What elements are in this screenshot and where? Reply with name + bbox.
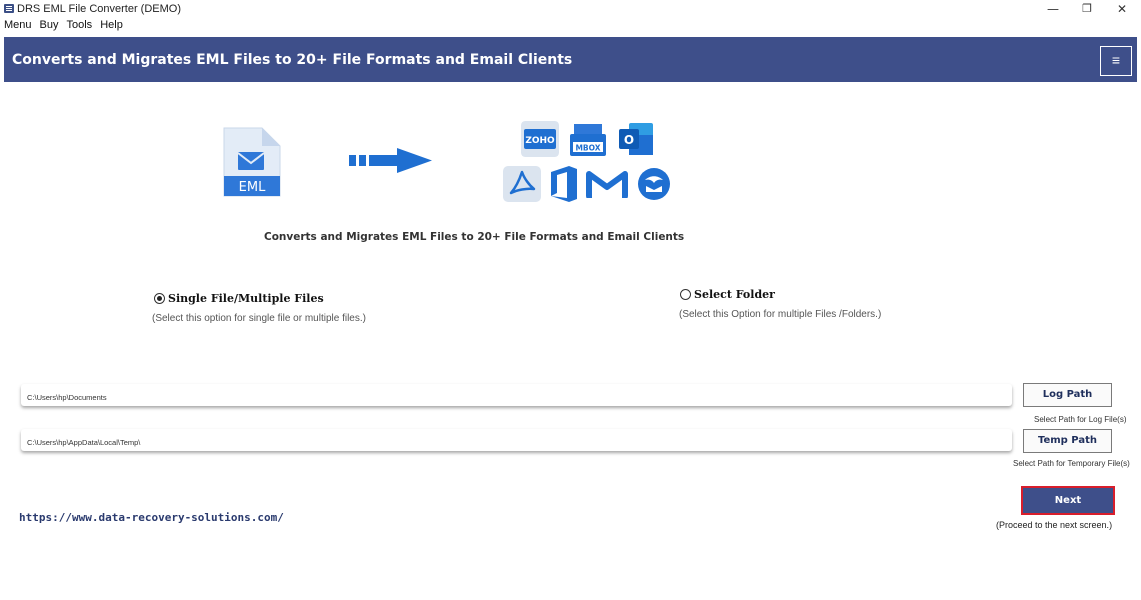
- gmail-icon: [586, 171, 628, 198]
- log-path-button[interactable]: Log Path: [1023, 383, 1112, 407]
- outlook-label: O: [624, 133, 634, 147]
- hamburger-menu-button[interactable]: ≡: [1100, 46, 1132, 76]
- menu-item-buy[interactable]: Buy: [36, 18, 63, 32]
- close-button[interactable]: ✕: [1105, 0, 1139, 18]
- option-select-folder[interactable]: Select Folder: [680, 288, 775, 301]
- pdf-icon: [503, 166, 541, 202]
- email-client-logos: ZOHO MBOX O: [500, 118, 675, 208]
- next-hint: (Proceed to the next screen.): [996, 520, 1113, 530]
- menu-item-menu[interactable]: Menu: [0, 18, 36, 32]
- single-file-label: Single File/Multiple Files: [168, 292, 324, 305]
- menu-item-help[interactable]: Help: [96, 18, 127, 32]
- next-button[interactable]: Next: [1021, 486, 1115, 515]
- eml-label: EML: [239, 180, 266, 195]
- zoho-icon: ZOHO: [521, 121, 559, 157]
- single-file-radio[interactable]: [154, 293, 165, 304]
- temp-path-field[interactable]: C:\Users\hp\AppData\Local\Temp\: [21, 429, 1012, 451]
- select-folder-radio[interactable]: [680, 289, 691, 300]
- temp-path-button[interactable]: Temp Path: [1023, 429, 1112, 453]
- log-path-hint: Select Path for Log File(s): [1034, 415, 1127, 424]
- menu-bar: Menu Buy Tools Help: [0, 18, 127, 32]
- hamburger-icon: ≡: [1111, 52, 1121, 68]
- log-path-field[interactable]: C:\Users\hp\Documents: [21, 384, 1012, 406]
- maximize-button[interactable]: ❐: [1070, 0, 1104, 18]
- title-bar: DRS EML File Converter (DEMO) — ❐ ✕: [0, 0, 1141, 18]
- minimize-button[interactable]: —: [1036, 0, 1070, 18]
- single-file-hint: (Select this option for single file or m…: [152, 313, 366, 324]
- office365-icon: [551, 166, 577, 202]
- option-single-file[interactable]: Single File/Multiple Files: [154, 292, 324, 305]
- mbox-label: MBOX: [575, 144, 600, 153]
- window-title: DRS EML File Converter (DEMO): [17, 3, 182, 15]
- website-link[interactable]: https://www.data-recovery-solutions.com/: [19, 511, 284, 524]
- app-icon: [4, 4, 14, 13]
- menu-item-tools[interactable]: Tools: [63, 18, 97, 32]
- header-banner: Converts and Migrates EML Files to 20+ F…: [4, 37, 1137, 82]
- select-folder-hint: (Select this Option for multiple Files /…: [679, 309, 882, 320]
- eml-file-icon: EML: [223, 127, 281, 197]
- feature-subtitle: Converts and Migrates EML Files to 20+ F…: [264, 231, 685, 243]
- thunderbird-icon: [638, 168, 670, 200]
- arrow-right-icon: [349, 148, 432, 173]
- zoho-label: ZOHO: [525, 136, 555, 146]
- temp-path-hint: Select Path for Temporary File(s): [1013, 459, 1130, 468]
- outlook-icon: O: [619, 123, 653, 155]
- banner-title: Converts and Migrates EML Files to 20+ F…: [12, 52, 573, 68]
- mbox-icon: MBOX: [570, 124, 606, 156]
- select-folder-label: Select Folder: [694, 288, 775, 301]
